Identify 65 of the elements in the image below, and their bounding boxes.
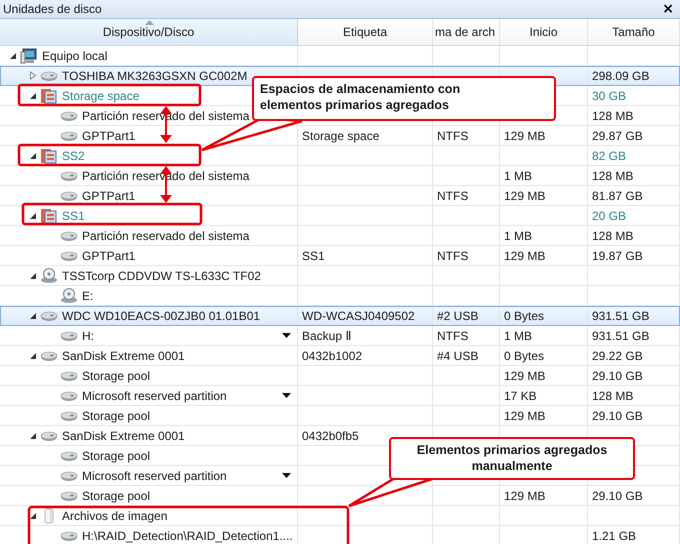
table-cell: 17 KB bbox=[504, 388, 537, 402]
device-name: GPTPart1 bbox=[82, 128, 136, 142]
table-cell: 128 MB bbox=[592, 168, 634, 182]
table-cell: 29.10 GB bbox=[592, 408, 643, 422]
device-name: TOSHIBA MK3263GSXN GC002M bbox=[62, 68, 248, 82]
table-cell: 0 Bytes bbox=[504, 308, 544, 322]
table-cell: 29.87 GB bbox=[592, 128, 643, 142]
device-name: Storage pool bbox=[82, 488, 152, 502]
table-cell: 931.51 GB bbox=[592, 308, 650, 322]
table-cell: 1 MB bbox=[504, 228, 532, 242]
table-cell: 30 GB bbox=[592, 88, 626, 102]
table-cell: 29.10 GB bbox=[592, 488, 643, 502]
device-name: Partición reservado del sistema bbox=[82, 228, 250, 242]
device-name: SanDisk Extreme 0001 bbox=[62, 348, 186, 362]
device-name: H: bbox=[82, 328, 95, 342]
device-name: SS2 bbox=[62, 148, 86, 162]
table-cell: NTFS bbox=[437, 128, 468, 142]
table-cell: 29.22 GB bbox=[592, 348, 643, 362]
table-cell: 298.09 GB bbox=[592, 68, 650, 82]
device-name: SS1 bbox=[62, 208, 86, 222]
table-cell: 129 MB bbox=[504, 488, 546, 502]
device-name: H:\RAID_Detection\RAID_Detection1.... bbox=[82, 528, 294, 542]
panel-title: Unidades de disco bbox=[3, 2, 102, 16]
table-cell: 931.51 GB bbox=[592, 328, 650, 342]
device-name: Storage pool bbox=[82, 408, 152, 422]
device-name: Archivos de imagen bbox=[62, 508, 168, 522]
table-cell: WD-WCASJ0409502 bbox=[302, 308, 415, 322]
table-cell: 20 GB bbox=[592, 208, 626, 222]
table-cell: NTFS bbox=[437, 328, 468, 342]
table-cell: 128 MB bbox=[592, 388, 634, 402]
table-cell: 129 MB bbox=[504, 248, 546, 262]
table-cell: 128 MB bbox=[592, 108, 634, 122]
device-name: Microsoft reserved partition bbox=[82, 468, 228, 482]
table-cell: 1 MB bbox=[504, 328, 532, 342]
table-cell: Storage space bbox=[302, 128, 380, 142]
table-cell: 82 GB bbox=[592, 148, 626, 162]
table-cell: #2 USB bbox=[437, 308, 478, 322]
table-cell: 29.10 GB bbox=[592, 368, 643, 382]
table-cell: #4 USB bbox=[437, 348, 478, 362]
table-cell: 128 MB bbox=[592, 228, 634, 242]
table-cell: 81.87 GB bbox=[592, 188, 643, 202]
table-cell: 129 MB bbox=[504, 368, 546, 382]
device-name: Storage pool bbox=[82, 448, 152, 462]
table-cell: 0432b1002 bbox=[302, 348, 362, 362]
table-cell: 1.21 GB bbox=[592, 528, 636, 542]
table-cell: SS1 bbox=[302, 248, 325, 262]
table-cell: 129 MB bbox=[504, 128, 546, 142]
device-name: Storage pool bbox=[82, 368, 152, 382]
table-cell: 19.87 GB bbox=[592, 248, 643, 262]
device-name: Equipo local bbox=[42, 48, 108, 62]
table-cell: Backup Ⅱ bbox=[302, 328, 352, 342]
device-name: SanDisk Extreme 0001 bbox=[62, 428, 186, 442]
table-cell: 129 MB bbox=[504, 188, 546, 202]
device-name: TSSTcorp CDDVDW TS-L633C TF02 bbox=[62, 268, 262, 282]
device-name: WDC WD10EACS-00ZJB0 01.01B01 bbox=[62, 308, 262, 322]
table-cell: 0432b0fb5 bbox=[302, 428, 359, 442]
table-cell: 129 MB bbox=[504, 408, 546, 422]
table-cell: 0 Bytes bbox=[504, 348, 544, 362]
device-name: E: bbox=[82, 288, 94, 302]
table-cell: 1 MB bbox=[504, 168, 532, 182]
table-cell: NTFS bbox=[437, 248, 468, 262]
device-name: Microsoft reserved partition bbox=[82, 388, 228, 402]
device-name: GPTPart1 bbox=[82, 188, 136, 202]
table-cell: NTFS bbox=[437, 188, 468, 202]
device-name: GPTPart1 bbox=[82, 248, 136, 262]
